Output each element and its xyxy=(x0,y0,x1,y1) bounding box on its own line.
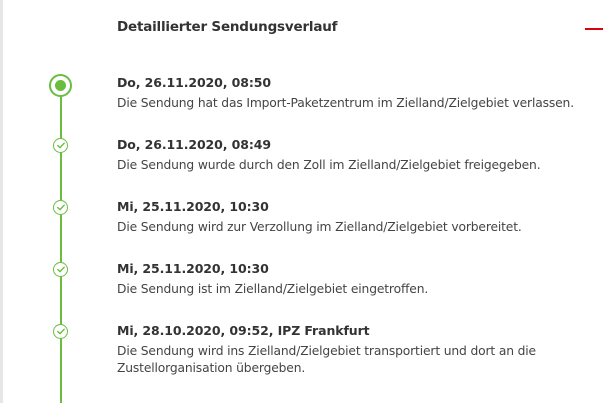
checkmark-icon xyxy=(53,200,68,215)
checkmark-icon xyxy=(53,324,68,339)
event-date: Mi, 28.10.2020, 09:52, IPZ Frankfurt xyxy=(117,323,370,338)
minus-icon[interactable] xyxy=(585,28,603,30)
event-date: Do, 26.11.2020, 08:50 xyxy=(117,75,271,90)
event-date: Mi, 25.11.2020, 10:30 xyxy=(117,261,269,276)
section-title: Detaillierter Sendungsverlauf xyxy=(117,19,338,35)
checkmark-icon xyxy=(53,138,68,153)
timeline-line xyxy=(60,84,62,403)
event-date: Do, 26.11.2020, 08:49 xyxy=(117,137,271,152)
tracking-history-header[interactable]: Detaillierter Sendungsverlauf xyxy=(117,19,603,39)
event-description: Die Sendung ist im Zielland/Zielgebiet e… xyxy=(117,282,429,296)
current-status-icon xyxy=(49,74,72,97)
event-description: Die Sendung wird zur Verzollung im Ziell… xyxy=(117,220,522,234)
event-description: Die Sendung wurde durch den Zoll im Ziel… xyxy=(117,158,541,172)
event-description: Die Sendung wird ins Zielland/Zielgebiet… xyxy=(117,344,536,375)
event-description: Die Sendung hat das Import-Paketzentrum … xyxy=(117,96,574,110)
event-date: Mi, 25.11.2020, 10:30 xyxy=(117,199,269,214)
panel-left-border xyxy=(0,0,3,403)
checkmark-icon xyxy=(53,262,68,277)
